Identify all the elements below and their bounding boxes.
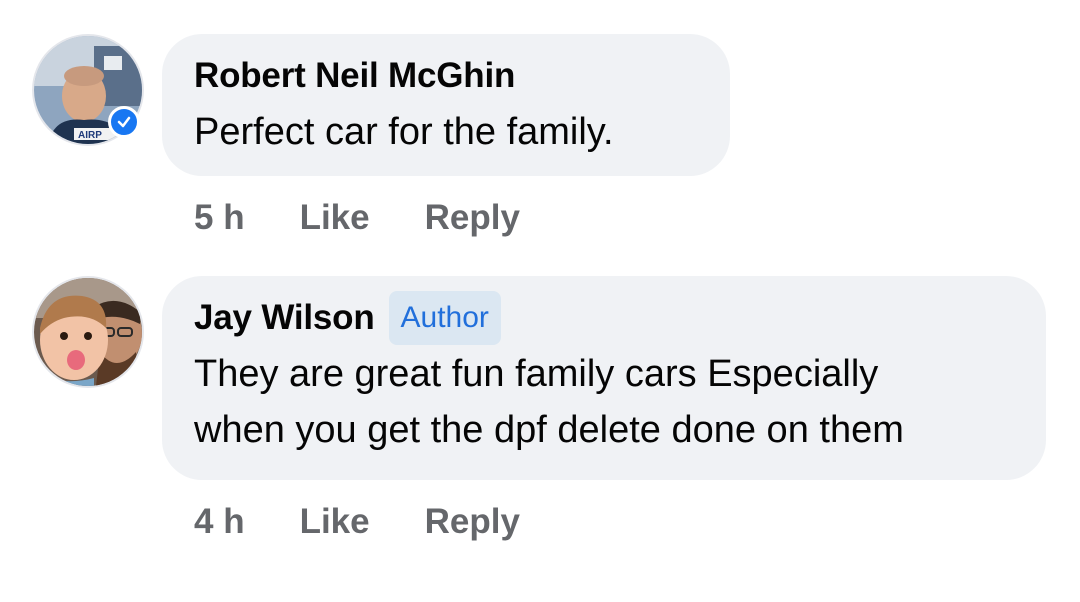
author-name[interactable]: Robert Neil McGhin — [194, 56, 515, 96]
comment-actions: 4 h Like Reply — [194, 498, 520, 546]
timestamp[interactable]: 5 h — [194, 198, 245, 238]
comment-bubble: Robert Neil McGhin Perfect car for the f… — [162, 34, 730, 176]
comment-text: They are great fun family cars Especiall… — [194, 353, 904, 451]
comment-actions: 5 h Like Reply — [194, 194, 520, 242]
reply-button[interactable]: Reply — [425, 502, 520, 542]
author-name[interactable]: Jay Wilson — [194, 298, 375, 338]
timestamp[interactable]: 4 h — [194, 502, 245, 542]
avatar[interactable] — [34, 278, 142, 386]
like-button[interactable]: Like — [300, 502, 370, 542]
svg-text:AIRP: AIRP — [78, 130, 102, 141]
avatar-photo — [34, 278, 142, 386]
verified-badge-icon — [108, 106, 140, 138]
author-badge: Author — [388, 291, 501, 345]
comment-text: Perfect car for the family. — [194, 111, 614, 153]
like-button[interactable]: Like — [300, 198, 370, 238]
comment-bubble: Jay Wilson Author They are great fun fam… — [162, 276, 1046, 480]
reply-button[interactable]: Reply — [425, 198, 520, 238]
